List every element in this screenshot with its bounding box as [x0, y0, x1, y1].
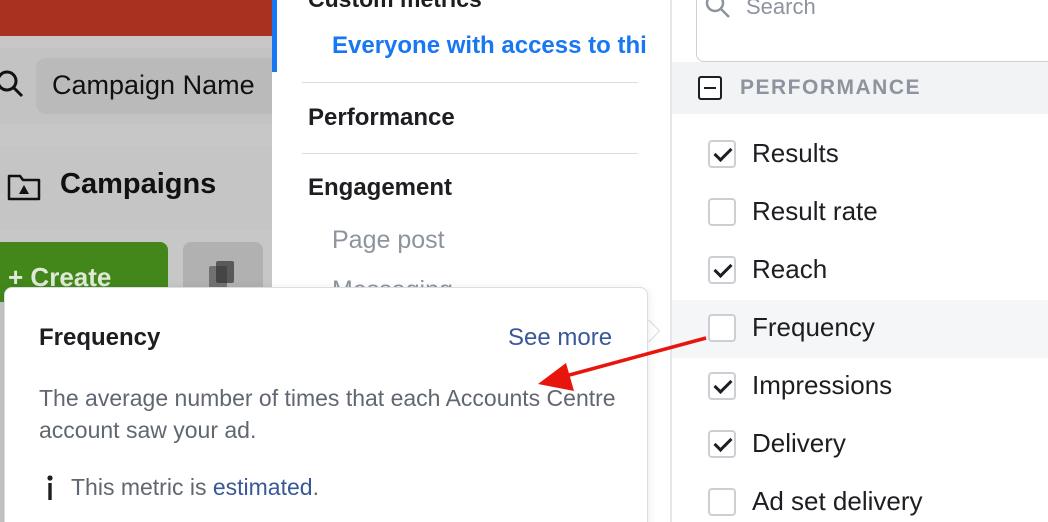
metric-row-results[interactable]: Results	[672, 126, 1048, 184]
metric-row-ad-set-delivery[interactable]: Ad set delivery	[672, 474, 1048, 522]
divider	[302, 153, 638, 154]
campaign-search-value: Campaign Name	[52, 70, 255, 100]
result-rate-checkbox[interactable]	[708, 198, 736, 226]
info-icon	[47, 475, 53, 500]
search-icon	[0, 70, 24, 98]
metrics-search-input[interactable]	[746, 0, 1036, 22]
frequency-tooltip: Frequency See more The average number of…	[4, 287, 648, 522]
active-indicator	[272, 0, 277, 72]
metric-label: Results	[752, 138, 839, 168]
estimated-note: This metric is estimated.	[71, 474, 319, 500]
metric-row-result-rate[interactable]: Result rate	[672, 184, 1048, 242]
reach-checkbox[interactable]	[708, 256, 736, 284]
tooltip-title: Frequency	[39, 324, 161, 351]
category-custom-metrics[interactable]: Custom metrics	[308, 0, 482, 13]
metric-row-delivery[interactable]: Delivery	[672, 416, 1048, 474]
metric-label: Ad set delivery	[752, 486, 923, 516]
category-page-post[interactable]: Page post	[332, 226, 445, 255]
search-icon	[705, 0, 730, 18]
metric-label: Reach	[752, 254, 828, 284]
metric-row-reach[interactable]: Reach	[672, 242, 1048, 300]
category-everyone-with-access[interactable]: Everyone with access to thi	[332, 32, 647, 60]
category-performance[interactable]: Performance	[308, 104, 455, 132]
metric-row-frequency[interactable]: Frequency	[672, 300, 1048, 358]
metric-label: Result rate	[752, 196, 878, 226]
annotation-arrow	[538, 336, 707, 391]
ad-set-delivery-checkbox[interactable]	[708, 488, 736, 516]
metric-row-impressions[interactable]: Impressions	[672, 358, 1048, 416]
folder-icon	[7, 174, 41, 201]
metrics-panel: PERFORMANCE Results Result rate Reach Fr…	[672, 0, 1048, 522]
metric-label: Delivery	[752, 428, 846, 458]
results-checkbox[interactable]	[708, 140, 736, 168]
metric-label: Impressions	[752, 370, 893, 400]
metric-label: Frequency	[752, 312, 875, 342]
category-engagement[interactable]: Engagement	[308, 174, 452, 202]
estimated-link[interactable]: estimated	[213, 474, 313, 500]
collapse-section-checkbox[interactable]	[698, 76, 722, 100]
divider	[302, 82, 638, 83]
top-bar	[0, 0, 272, 36]
delivery-checkbox[interactable]	[708, 430, 736, 458]
campaigns-tab[interactable]: Campaigns	[60, 168, 216, 201]
section-label: PERFORMANCE	[740, 76, 922, 99]
